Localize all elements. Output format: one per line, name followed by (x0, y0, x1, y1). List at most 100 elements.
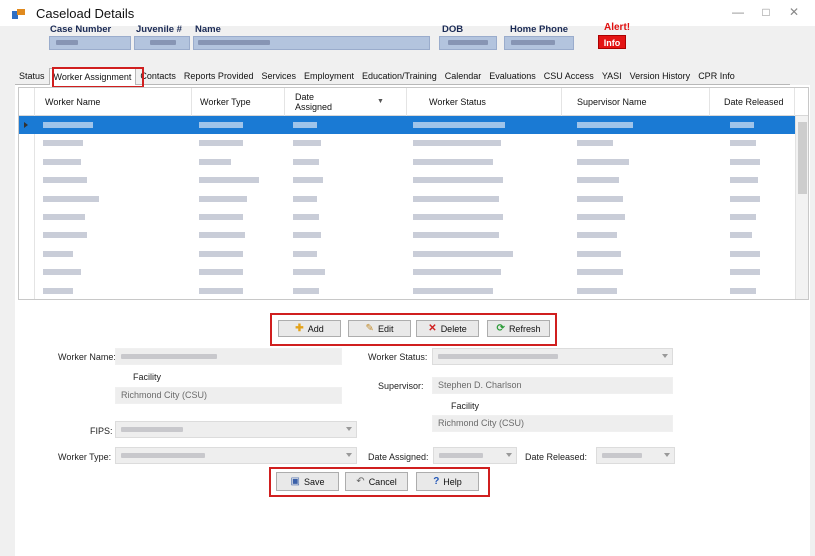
table-row[interactable] (19, 134, 795, 152)
tab-version-history[interactable]: Version History (626, 68, 695, 85)
table-cell (577, 122, 633, 128)
fips-select[interactable] (115, 421, 357, 438)
table-row[interactable] (19, 245, 795, 263)
table-cell (413, 195, 499, 202)
table-cell (43, 250, 73, 257)
help-icon: ? (433, 475, 440, 487)
supervisor-label: Supervisor: (378, 381, 424, 391)
col-date-assigned[interactable]: Date Assigned ▼ (285, 88, 407, 116)
worker-assignment-grid[interactable]: Worker Name Worker Type Date Assigned ▼ … (18, 87, 809, 300)
table-row[interactable] (19, 263, 795, 281)
table-cell (43, 177, 87, 184)
tab-calendar[interactable]: Calendar (441, 68, 486, 85)
info-button[interactable]: Info (598, 35, 626, 49)
fips-label: FIPS: (90, 426, 113, 436)
col-worker-name[interactable]: Worker Name (35, 88, 192, 116)
help-button[interactable]: ? Help (416, 472, 479, 491)
tab-reports-provided[interactable]: Reports Provided (180, 68, 258, 85)
date-released-picker[interactable] (596, 447, 675, 464)
table-cell (43, 287, 73, 294)
minimize-button[interactable]: — (728, 4, 748, 20)
table-cell (577, 250, 621, 257)
cancel-button[interactable]: ↶ Cancel (345, 472, 408, 491)
table-cell (577, 214, 625, 220)
table-row[interactable] (19, 282, 795, 299)
dob-field (439, 36, 497, 50)
table-cell (730, 177, 758, 184)
table-cell (293, 232, 321, 239)
tab-cpr-info[interactable]: CPR Info (694, 68, 739, 85)
table-cell (293, 269, 325, 276)
add-button[interactable]: ✚ Add (278, 320, 341, 337)
tab-services[interactable]: Services (257, 68, 300, 85)
supervisor-field[interactable]: Stephen D. Charlson (432, 377, 673, 394)
delete-button[interactable]: ✕ Delete (416, 320, 479, 337)
delete-label: Delete (440, 323, 467, 334)
window-title: Caseload Details (36, 6, 135, 21)
case-header: Case Number Juvenile # Name DOB Home Pho… (40, 22, 660, 52)
date-assigned-label: Date Assigned: (368, 452, 429, 462)
table-cell (413, 158, 493, 165)
table-cell (293, 287, 319, 294)
refresh-button[interactable]: ⟳ Refresh (487, 320, 550, 337)
table-cell (730, 287, 756, 294)
tab-yasi[interactable]: YASI (598, 68, 626, 85)
table-cell (730, 214, 756, 220)
table-row[interactable] (19, 116, 795, 134)
tab-education-training[interactable]: Education/Training (358, 68, 441, 85)
tab-employment[interactable]: Employment (300, 68, 358, 85)
tab-evaluations[interactable]: Evaluations (485, 68, 540, 85)
table-cell (293, 177, 323, 184)
edit-icon: ✎ (365, 322, 374, 334)
delete-icon: ✕ (428, 322, 437, 334)
table-cell (413, 269, 501, 276)
close-button[interactable]: ✕ (784, 4, 804, 20)
table-row[interactable] (19, 153, 795, 171)
app-icon (12, 9, 25, 19)
table-cell (577, 287, 617, 294)
table-cell (199, 122, 243, 128)
cancel-label: Cancel (368, 476, 397, 487)
table-row[interactable] (19, 226, 795, 244)
table-row[interactable] (19, 208, 795, 226)
save-label: Save (303, 476, 325, 487)
name-field (193, 36, 430, 50)
tab-status[interactable]: Status (15, 68, 49, 85)
worker-name-field[interactable] (115, 348, 342, 365)
table-cell (577, 177, 619, 184)
undo-icon: ↶ (356, 475, 365, 487)
table-cell (199, 140, 243, 147)
worker-status-select[interactable] (432, 348, 673, 365)
table-cell (199, 269, 243, 276)
table-cell (730, 195, 760, 202)
table-cell (293, 214, 319, 220)
col-date-released[interactable]: Date Released (710, 88, 795, 116)
col-supervisor-name[interactable]: Supervisor Name (562, 88, 710, 116)
home-phone-field (504, 36, 574, 50)
table-row[interactable] (19, 171, 795, 189)
col-worker-type[interactable]: Worker Type (192, 88, 285, 116)
worker-type-select[interactable] (115, 447, 357, 464)
tab-csu-access[interactable]: CSU Access (540, 68, 598, 85)
scrollbar-thumb[interactable] (798, 122, 807, 194)
facility-field[interactable]: Richmond City (CSU) (115, 387, 342, 404)
table-cell (199, 232, 245, 239)
table-cell (199, 158, 231, 165)
worker-status-label: Worker Status: (368, 352, 428, 362)
refresh-label: Refresh (508, 323, 541, 334)
table-cell (43, 140, 83, 147)
facility2-field[interactable]: Richmond City (CSU) (432, 415, 673, 432)
grid-vertical-scrollbar[interactable] (795, 116, 808, 299)
col-worker-status[interactable]: Worker Status (407, 88, 562, 116)
edit-button[interactable]: ✎ Edit (348, 320, 411, 337)
table-row[interactable] (19, 190, 795, 208)
save-button[interactable]: ▣ Save (276, 472, 339, 491)
table-cell (577, 195, 623, 202)
table-cell (413, 287, 493, 294)
table-cell (413, 140, 501, 147)
maximize-button[interactable]: □ (756, 4, 776, 20)
table-cell (199, 250, 243, 257)
table-cell (413, 122, 505, 128)
table-cell (730, 158, 760, 165)
date-assigned-picker[interactable] (433, 447, 517, 464)
